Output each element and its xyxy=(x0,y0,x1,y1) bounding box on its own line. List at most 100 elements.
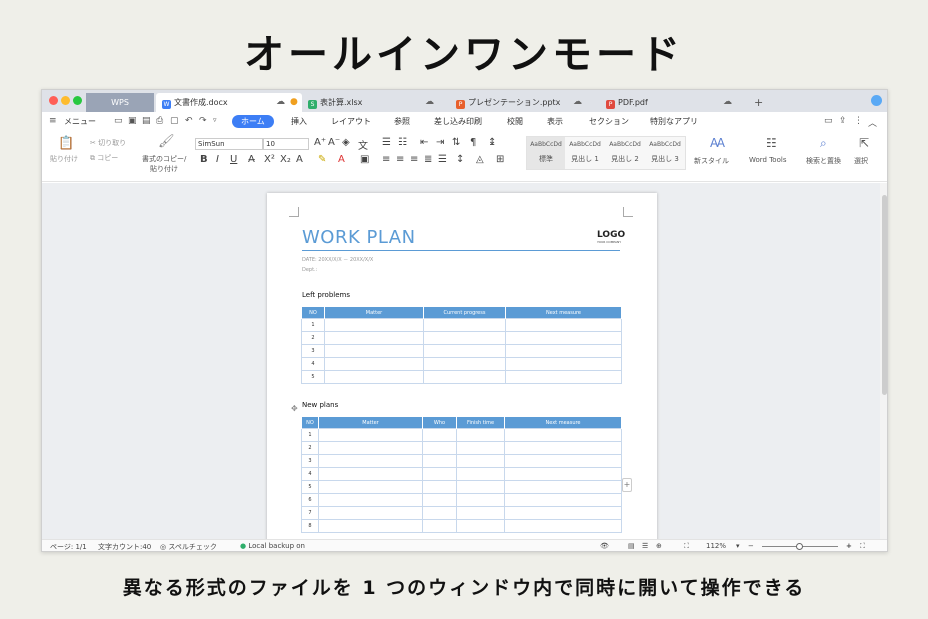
row-number[interactable]: 2 xyxy=(301,331,325,345)
table-cell[interactable] xyxy=(422,467,457,481)
table-cell[interactable] xyxy=(456,480,505,494)
row-number[interactable]: 5 xyxy=(301,480,319,494)
zoom-dropdown-icon[interactable]: ▾ xyxy=(736,542,740,550)
table-cell[interactable] xyxy=(456,506,505,520)
shading-icon[interactable]: ◬ xyxy=(476,154,484,165)
table-cell[interactable] xyxy=(456,454,505,468)
redo-icon[interactable]: ↷ xyxy=(199,116,207,126)
tab-insert[interactable]: 挿入 xyxy=(291,116,307,127)
tab-view[interactable]: 表示 xyxy=(547,116,563,127)
table-cell[interactable] xyxy=(422,454,457,468)
row-number[interactable]: 2 xyxy=(301,441,319,455)
table-cell[interactable] xyxy=(422,519,457,533)
fullscreen-icon[interactable]: ⛶ xyxy=(860,542,865,551)
tab-home[interactable]: ホーム xyxy=(232,115,274,128)
row-number[interactable]: 4 xyxy=(301,467,319,481)
zoom-out-icon[interactable]: − xyxy=(748,542,754,550)
paragraph-mark-icon[interactable]: ¶ xyxy=(470,137,476,148)
tab-special-apps[interactable]: 特別なアプリ xyxy=(650,116,698,127)
web-view-icon[interactable]: ⊕ xyxy=(656,542,662,550)
align-left-icon[interactable]: ≡ xyxy=(382,154,390,165)
table-cell[interactable] xyxy=(324,357,424,371)
row-number[interactable]: 1 xyxy=(301,428,319,442)
table-cell[interactable] xyxy=(456,519,505,533)
increase-indent-icon[interactable]: ⇥ xyxy=(436,137,444,148)
table-cell[interactable] xyxy=(504,480,622,494)
row-number[interactable]: 5 xyxy=(301,370,325,384)
numbered-list-icon[interactable]: ☷ xyxy=(398,137,407,148)
spacing-icon[interactable]: ↨ xyxy=(488,137,496,148)
table-cell[interactable] xyxy=(456,467,505,481)
strikethrough-icon[interactable]: A̶ xyxy=(248,154,255,165)
avatar[interactable] xyxy=(871,95,882,106)
vertical-scrollbar[interactable] xyxy=(880,183,887,539)
maximize-window-icon[interactable] xyxy=(73,96,82,105)
table-cell[interactable] xyxy=(423,318,506,332)
table-cell[interactable] xyxy=(318,506,423,520)
table-cell[interactable] xyxy=(504,519,622,533)
tab-references[interactable]: 参照 xyxy=(394,116,410,127)
minimize-window-icon[interactable] xyxy=(61,96,70,105)
table-cell[interactable] xyxy=(504,467,622,481)
zoom-slider-handle[interactable] xyxy=(796,543,803,550)
font-size-select[interactable]: 10 xyxy=(263,138,309,150)
bullet-list-icon[interactable]: ☰ xyxy=(382,137,391,148)
row-number[interactable]: 1 xyxy=(301,318,325,332)
italic-icon[interactable]: I xyxy=(216,154,219,165)
scrollbar-thumb[interactable] xyxy=(882,195,887,395)
table-cell[interactable] xyxy=(504,493,622,507)
row-number[interactable]: 3 xyxy=(301,454,319,468)
undo-icon[interactable]: ↶ xyxy=(185,116,193,126)
shrink-font-icon[interactable]: A⁻ xyxy=(328,137,340,148)
table-cell[interactable] xyxy=(422,428,457,442)
eye-protection-icon[interactable]: 👁 xyxy=(600,542,609,550)
style-heading-3[interactable]: AaBbCcDd 見出し 3 xyxy=(645,137,685,169)
table-cell[interactable] xyxy=(422,493,457,507)
table-cell[interactable] xyxy=(504,506,622,520)
page-view-icon[interactable]: ▤ xyxy=(628,542,635,550)
row-number[interactable]: 7 xyxy=(301,506,319,520)
table-cell[interactable] xyxy=(422,480,457,494)
table-cell[interactable] xyxy=(318,454,423,468)
table-cell[interactable] xyxy=(504,454,622,468)
align-right-icon[interactable]: ≡ xyxy=(410,154,418,165)
char-border-icon[interactable]: ▣ xyxy=(360,154,369,165)
superscript-icon[interactable]: X² xyxy=(264,154,275,165)
tab-mail-merge[interactable]: 差し込み印刷 xyxy=(434,116,482,127)
new-tab-button[interactable]: + xyxy=(754,93,763,112)
text-effect-icon[interactable]: A xyxy=(296,154,303,165)
customize-icon[interactable]: ▿ xyxy=(213,116,217,124)
table-cell[interactable] xyxy=(422,441,457,455)
highlight-icon[interactable]: ✎ xyxy=(318,154,326,165)
spell-check-toggle[interactable]: ◎ スペルチェック xyxy=(160,542,217,551)
table-cell[interactable] xyxy=(318,519,423,533)
align-center-icon[interactable]: ≡ xyxy=(396,154,404,165)
font-family-select[interactable]: SimSun xyxy=(195,138,263,150)
table-cell[interactable] xyxy=(423,370,506,384)
table-cell[interactable] xyxy=(423,344,506,358)
table-cell[interactable] xyxy=(318,480,423,494)
font-color-icon[interactable]: A xyxy=(338,154,345,165)
outline-view-icon[interactable]: ☰ xyxy=(642,542,648,550)
table-cell[interactable] xyxy=(423,331,506,345)
row-number[interactable]: 4 xyxy=(301,357,325,371)
paste-button[interactable]: 貼り付け xyxy=(50,154,78,164)
clear-format-icon[interactable]: ◈ xyxy=(342,137,350,148)
export-icon[interactable]: ▤ xyxy=(142,116,151,126)
line-spacing-icon[interactable]: ↕ xyxy=(456,154,464,165)
tab-review[interactable]: 校閲 xyxy=(507,116,523,127)
justify-icon[interactable]: ≣ xyxy=(424,154,432,165)
hamburger-icon[interactable]: ≡ xyxy=(49,116,57,126)
tab-document[interactable]: W 文書作成.docx ☁ ● xyxy=(156,93,302,112)
word-count[interactable]: 文字カウント:40 xyxy=(98,542,151,551)
table-cell[interactable] xyxy=(505,370,622,384)
style-normal[interactable]: AaBbCcDd 標準 xyxy=(527,137,565,169)
tab-pdf[interactable]: P PDF.pdf ☁ xyxy=(606,93,736,112)
tab-layout[interactable]: レイアウト xyxy=(331,116,371,127)
row-number[interactable]: 6 xyxy=(301,493,319,507)
table-cell[interactable] xyxy=(318,441,423,455)
sort-icon[interactable]: ⇅ xyxy=(452,137,460,148)
add-row-button[interactable]: + xyxy=(622,478,632,492)
table-cell[interactable] xyxy=(324,318,424,332)
table-cell[interactable] xyxy=(423,357,506,371)
